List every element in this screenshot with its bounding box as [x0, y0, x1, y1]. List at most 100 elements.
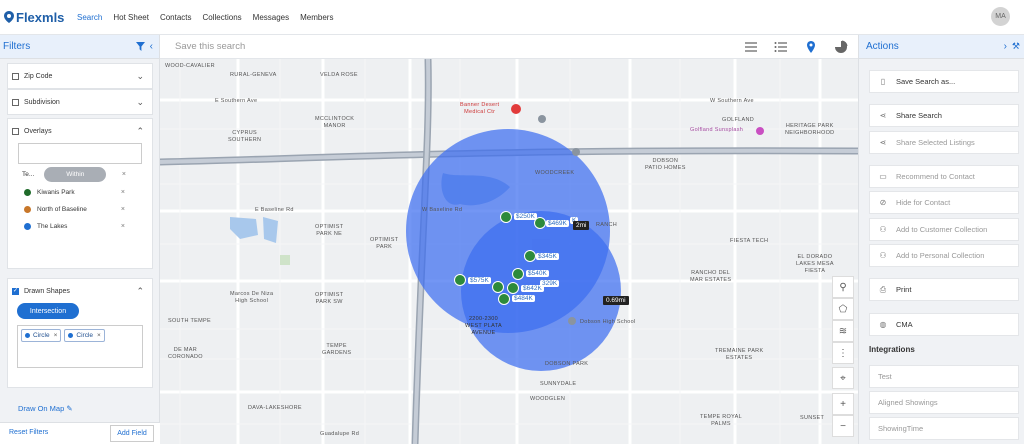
draw-on-map-link[interactable]: Draw On Map ✎ [18, 404, 73, 413]
add-field-button[interactable]: Add Field [110, 425, 154, 442]
distance-label: 0.69mi [603, 296, 629, 305]
reset-filters-link[interactable]: Reset Filters [9, 429, 48, 436]
listing-price[interactable]: $575K [468, 277, 491, 284]
within-toggle[interactable]: Within [44, 166, 107, 182]
shape-chip[interactable]: Circle × [21, 329, 62, 342]
listing-marker[interactable] [507, 282, 519, 294]
collapse-right-icon[interactable]: › [1004, 41, 1007, 52]
detail-list-icon[interactable] [774, 40, 788, 54]
filter-icon[interactable] [135, 42, 145, 51]
overlay-item[interactable]: North of Baseline × [8, 201, 152, 218]
flexmls-logo[interactable]: Flexmls [4, 10, 66, 25]
chevron-down-icon[interactable]: ⌄ [136, 71, 144, 82]
chart-view-icon[interactable] [834, 40, 848, 54]
subdivision-label: Subdivision [24, 98, 60, 106]
more-options-icon[interactable]: ⋮ [832, 342, 854, 364]
map-label: TEMPE GARDENS [322, 343, 352, 356]
listing-price[interactable]: $345K [536, 253, 559, 260]
bookmark-icon: ▯ [880, 77, 886, 86]
chevron-up-icon[interactable]: ⌃ [136, 286, 144, 297]
zoom-in-icon[interactable]: + [832, 393, 854, 415]
drawn-shapes-checkbox[interactable] [12, 287, 19, 295]
nav-contacts[interactable]: Contacts [160, 0, 192, 35]
overlay-search-input[interactable] [18, 143, 142, 164]
drawn-shapes-box[interactable]: Circle × Circle × [17, 325, 143, 368]
overlay-item[interactable]: Kiwanis Park × [8, 184, 152, 201]
save-search-input[interactable]: Save this search [175, 41, 245, 52]
action-label: Recommend to Contact [896, 172, 975, 181]
shape-dot [68, 333, 74, 338]
overlay-item[interactable]: The Lakes × [8, 218, 152, 235]
remove-icon[interactable]: × [121, 189, 125, 196]
listing-price[interactable]: $250K [514, 213, 537, 220]
chevron-up-icon[interactable]: ⌃ [136, 126, 144, 137]
locate-icon[interactable]: ⌖ [832, 367, 854, 389]
integration-test-button[interactable]: Test [869, 365, 1019, 388]
listing-marker[interactable] [498, 293, 510, 305]
shape-chip-label: Circle [76, 332, 94, 339]
zip-code-checkbox[interactable] [12, 72, 19, 80]
nav-members[interactable]: Members [300, 0, 333, 35]
collapse-left-icon[interactable]: ‹ [150, 41, 153, 52]
listing-price[interactable]: $540K [526, 270, 549, 277]
remove-icon[interactable]: × [54, 332, 58, 339]
listing-marker[interactable] [534, 217, 546, 229]
subdivision-filter[interactable]: Subdivision ⌄ [7, 89, 153, 115]
pin-tool-icon[interactable]: ⚲ [832, 276, 854, 298]
save-search-as-button[interactable]: ▯ Save Search as... [869, 70, 1019, 93]
listing-price[interactable]: $469K [546, 220, 569, 227]
integration-showingtime-button[interactable]: ShowingTime [869, 417, 1019, 440]
listing-price[interactable]: $484K [512, 295, 535, 302]
map-view-icon[interactable] [804, 40, 818, 54]
listing-marker[interactable] [512, 268, 524, 280]
listing-marker[interactable] [492, 281, 504, 293]
close-icon[interactable]: × [122, 171, 126, 178]
map-label: TREMAINE PARK ESTATES [715, 348, 764, 361]
map-label: E Baseline Rd [255, 207, 294, 213]
pencil-icon: ✎ [66, 404, 73, 413]
overlay-color-dot [24, 189, 31, 196]
polygon-tool-icon[interactable]: ⬠ [832, 298, 854, 320]
avatar[interactable]: MA [991, 7, 1010, 26]
share-search-button[interactable]: ⋖ Share Search [869, 104, 1019, 127]
remove-icon[interactable]: × [121, 206, 125, 213]
add-to-personal-collection-button[interactable]: ⚇ Add to Personal Collection [869, 244, 1019, 267]
intersection-toggle[interactable]: Intersection [17, 303, 79, 319]
listing-marker[interactable] [500, 211, 512, 223]
zip-code-label: Zip Code [24, 72, 53, 80]
cma-button[interactable]: ◍ CMA [869, 313, 1019, 336]
nav-messages[interactable]: Messages [253, 0, 289, 35]
remove-icon[interactable]: × [97, 332, 101, 339]
map-label: RANCH [596, 222, 618, 228]
zip-code-filter[interactable]: Zip Code ⌄ [7, 63, 153, 89]
overlays-label: Overlays [24, 127, 52, 135]
actions-title: Actions [866, 41, 899, 52]
action-label: Print [896, 285, 912, 294]
nav-collections[interactable]: Collections [203, 0, 242, 35]
remove-icon[interactable]: × [121, 223, 125, 230]
wrench-icon[interactable]: ⚒ [1012, 41, 1020, 52]
listing-marker[interactable] [454, 274, 466, 286]
list-view-icon[interactable] [744, 40, 758, 54]
print-button[interactable]: ⎙ Print [869, 278, 1019, 301]
hide-for-contact-button[interactable]: ⊘ Hide for Contact [869, 191, 1019, 214]
map-label: SUNNYDALE [540, 381, 577, 387]
integration-aligned-showings-button[interactable]: Aligned Showings [869, 391, 1019, 414]
listing-marker[interactable] [524, 250, 536, 262]
share-selected-listings-button[interactable]: ⋖ Share Selected Listings [869, 131, 1019, 154]
recommend-to-contact-button[interactable]: ▭ Recommend to Contact [869, 165, 1019, 188]
subdivision-checkbox[interactable] [12, 98, 19, 106]
shape-chip[interactable]: Circle × [64, 329, 105, 342]
add-to-customer-collection-button[interactable]: ⚇ Add to Customer Collection [869, 218, 1019, 241]
nav-search[interactable]: Search [77, 0, 102, 35]
zoom-out-icon[interactable]: − [832, 415, 854, 437]
map-area[interactable]: WOOD-CAVALIER RURAL-GENEVA VELDA ROSE E … [160, 59, 858, 444]
chevron-down-icon[interactable]: ⌄ [136, 97, 144, 108]
map-label: Golfland Sunsplash [690, 127, 744, 133]
nav-hot-sheet[interactable]: Hot Sheet [113, 0, 149, 35]
listing-price[interactable]: 329K [540, 280, 560, 287]
layers-icon[interactable]: ≋ [832, 320, 854, 342]
block-icon: ⊘ [879, 198, 887, 207]
map-label: Guadalupe Rd [320, 431, 360, 437]
overlays-checkbox[interactable] [12, 127, 19, 135]
